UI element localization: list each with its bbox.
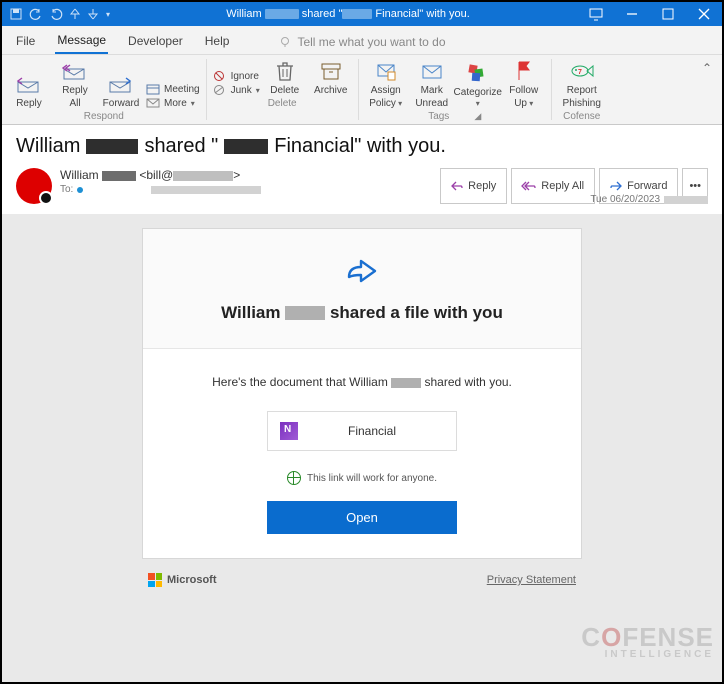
- onenote-icon: [280, 422, 298, 440]
- follow-up-button[interactable]: FollowUp ▾: [503, 57, 545, 109]
- more-respond-button[interactable]: More ▾: [146, 97, 200, 109]
- trash-icon: [274, 60, 296, 82]
- categorize-icon: [467, 62, 489, 84]
- forward-button[interactable]: Forward: [100, 70, 142, 109]
- categorize-button[interactable]: Categorize ▾: [457, 59, 499, 109]
- svg-text:7: 7: [578, 69, 582, 76]
- junk-button[interactable]: Junk ▾: [213, 84, 260, 96]
- reply-button[interactable]: Reply: [8, 70, 50, 109]
- window-title: William shared " Financial" with you.: [118, 8, 578, 20]
- flag-icon: [513, 60, 535, 82]
- microsoft-grid-icon: [148, 573, 162, 587]
- envelope-closed-icon: [421, 60, 443, 82]
- message-header: William <bill@> To: Reply Reply All Forw…: [2, 164, 722, 214]
- minimize-icon[interactable]: [614, 2, 650, 26]
- mark-unread-button[interactable]: MarkUnread: [411, 57, 453, 109]
- ribbon-tabs: File Message Developer Help Tell me what…: [2, 26, 722, 55]
- group-delete: Ignore Junk ▾ Delete Archive Delete: [207, 55, 358, 124]
- message-subject: William shared " Financial" with you.: [2, 125, 722, 164]
- group-cofense: 7 ReportPhishing Cofense: [552, 55, 612, 124]
- recipient-line: To:: [60, 184, 261, 195]
- group-label: Tags ◢: [428, 109, 481, 123]
- qat-dropdown-icon[interactable]: ▾: [106, 10, 110, 19]
- received-date: Tue 06/20/2023: [590, 194, 708, 205]
- sender-line: William <bill@>: [60, 168, 261, 182]
- mail-icon: [146, 97, 160, 109]
- report-phishing-button[interactable]: 7 ReportPhishing: [558, 57, 606, 109]
- share-arrow-icon: [341, 251, 383, 287]
- sender-avatar: [16, 168, 52, 204]
- group-label: Respond: [84, 109, 124, 123]
- group-label: Cofense: [563, 109, 600, 123]
- lightbulb-icon: [279, 36, 291, 48]
- delete-button[interactable]: Delete: [264, 57, 306, 96]
- tab-developer[interactable]: Developer: [126, 31, 185, 53]
- ignore-icon: [213, 70, 227, 82]
- save-icon[interactable]: [10, 8, 22, 20]
- card-footer: Microsoft Privacy Statement: [142, 573, 582, 587]
- title-bar: ▾ William shared " Financial" with you.: [2, 2, 722, 26]
- junk-icon: [213, 84, 227, 96]
- share-title: William shared a file with you: [173, 302, 551, 324]
- policy-icon: [375, 60, 397, 82]
- group-respond: Reply ReplyAll Forward Meeting More ▾ Re…: [2, 55, 206, 124]
- reply-all-button[interactable]: ReplyAll: [54, 57, 96, 109]
- ribbon: Reply ReplyAll Forward Meeting More ▾ Re…: [2, 55, 722, 125]
- header-reply-button[interactable]: Reply: [440, 168, 507, 204]
- archive-button[interactable]: Archive: [310, 57, 352, 96]
- link-scope-info: This link will work for anyone.: [163, 471, 561, 485]
- redo-icon[interactable]: [50, 8, 62, 20]
- shared-document[interactable]: Financial: [267, 411, 457, 451]
- document-name: Financial: [348, 424, 396, 438]
- undo-icon[interactable]: [30, 8, 42, 20]
- maximize-icon[interactable]: [650, 2, 686, 26]
- ribbon-display-icon[interactable]: [578, 2, 614, 26]
- share-description: Here's the document that William shared …: [163, 375, 561, 389]
- header-reply-all-button[interactable]: Reply All: [511, 168, 595, 204]
- assign-policy-button[interactable]: AssignPolicy ▾: [365, 57, 407, 109]
- share-card: William shared a file with you Here's th…: [142, 228, 582, 559]
- close-icon[interactable]: [686, 2, 722, 26]
- tab-help[interactable]: Help: [203, 31, 232, 53]
- fish-icon: 7: [570, 60, 594, 82]
- ignore-button[interactable]: Ignore: [213, 70, 260, 82]
- group-label: Delete: [268, 96, 297, 110]
- group-tags: AssignPolicy ▾ MarkUnread Categorize ▾ F…: [359, 55, 551, 124]
- next-item-icon[interactable]: [88, 8, 98, 20]
- prev-item-icon[interactable]: [70, 8, 80, 20]
- cofense-watermark: COFENSE INTELLIGENCE: [581, 628, 714, 664]
- meeting-button[interactable]: Meeting: [146, 83, 200, 95]
- tab-message[interactable]: Message: [55, 30, 108, 54]
- calendar-icon: [146, 83, 160, 95]
- collapse-ribbon-icon[interactable]: ⌃: [702, 55, 722, 124]
- microsoft-logo: Microsoft: [148, 573, 217, 587]
- privacy-statement-link[interactable]: Privacy Statement: [487, 574, 576, 586]
- message-body: William shared a file with you Here's th…: [2, 214, 722, 682]
- tell-me-search[interactable]: Tell me what you want to do: [279, 35, 445, 49]
- tab-file[interactable]: File: [14, 31, 37, 53]
- archive-icon: [320, 60, 342, 82]
- globe-icon: [287, 471, 301, 485]
- open-button[interactable]: Open: [267, 501, 457, 534]
